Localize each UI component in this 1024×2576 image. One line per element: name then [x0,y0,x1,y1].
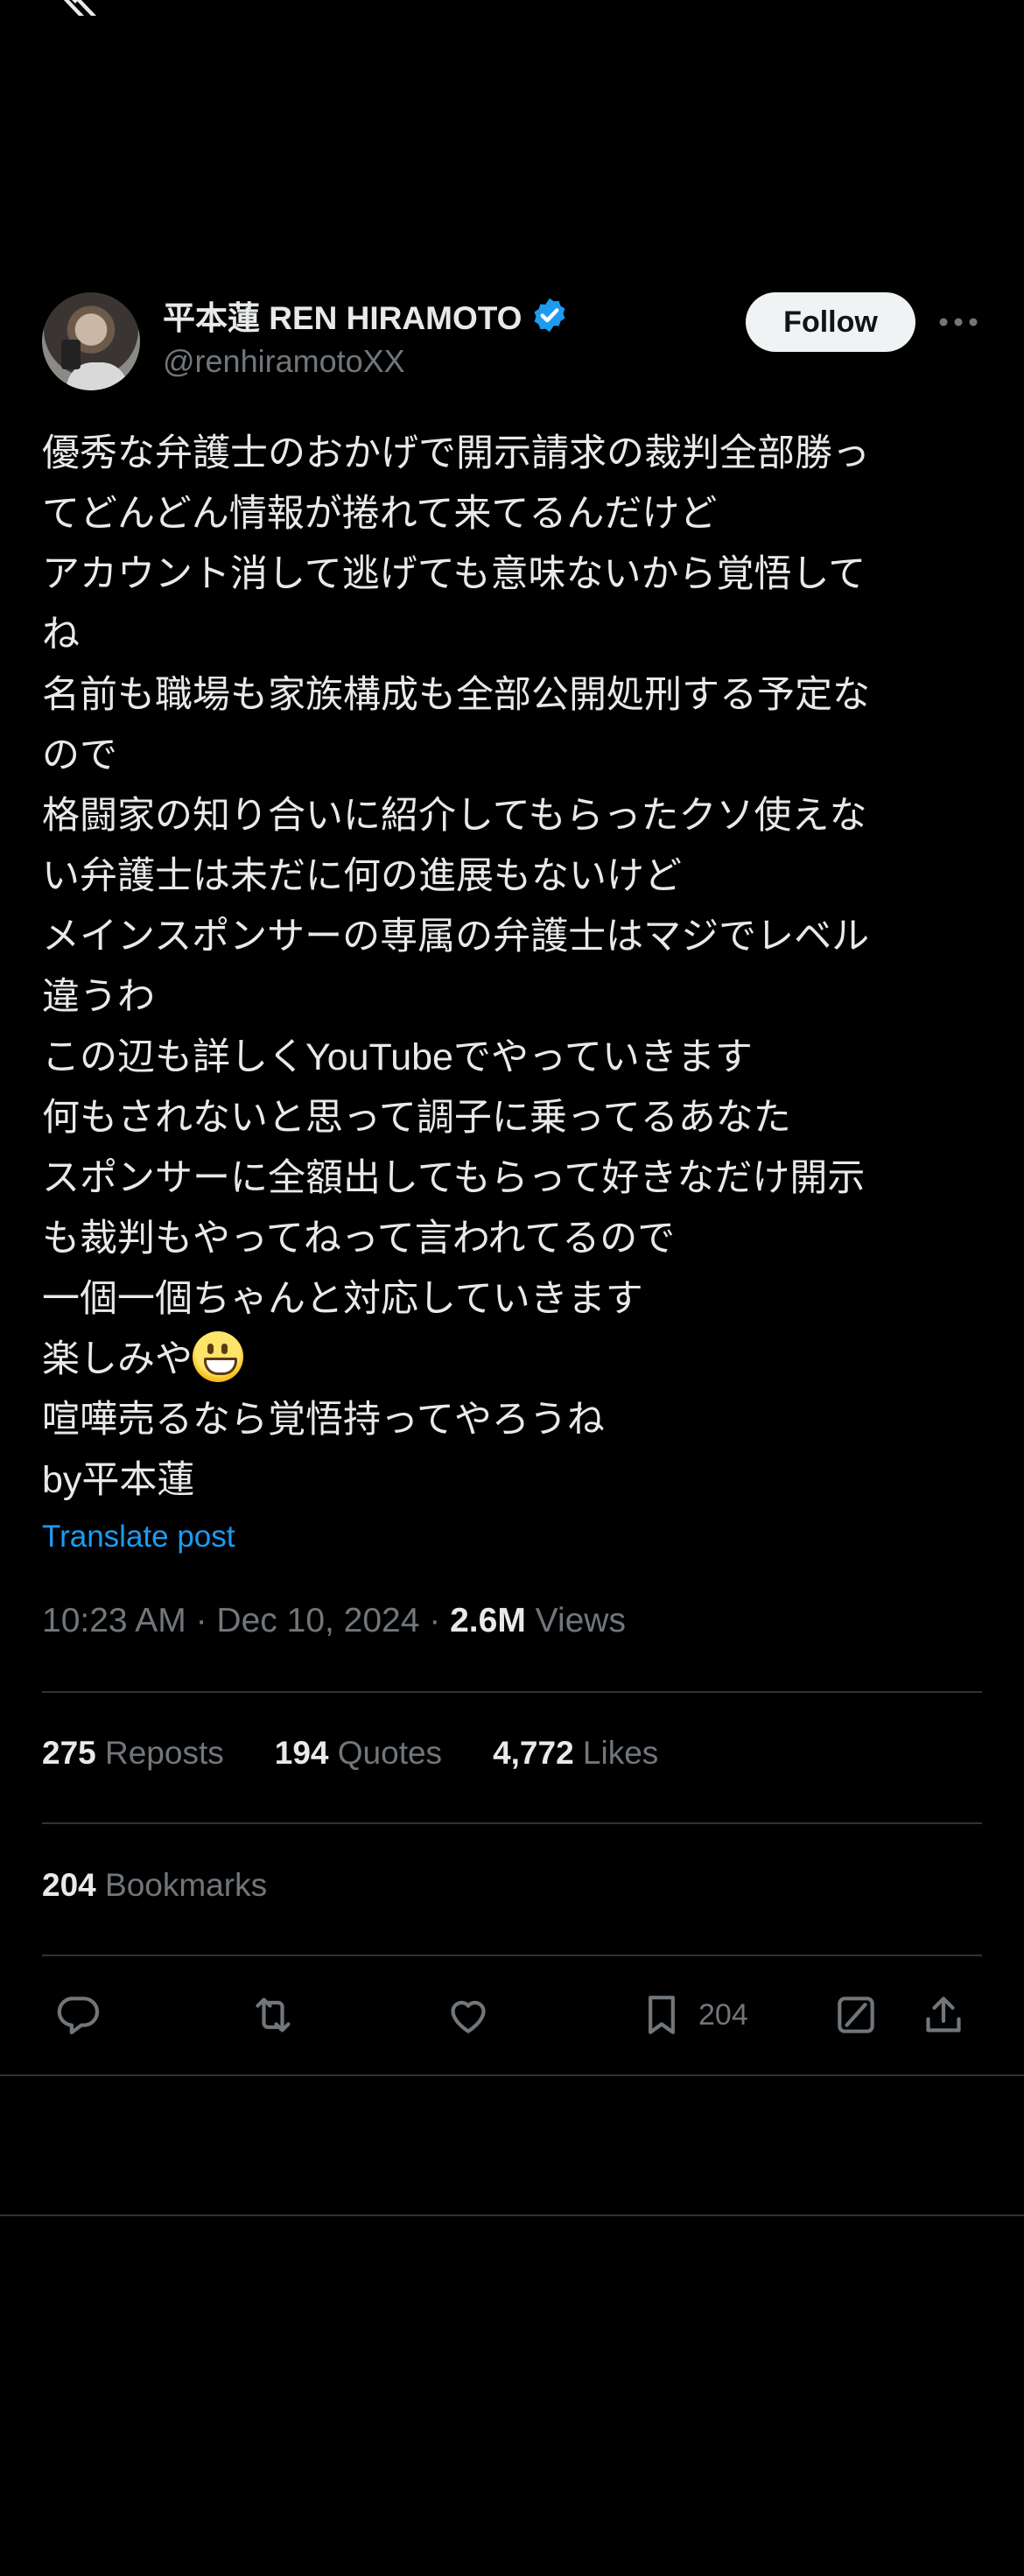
post-text: 優秀な弁護士のおかげで開示請求の裁判全部勝っ てどんどん情報が捲れて来てるんだけ… [42,424,987,1511]
post-line: 一個一個ちゃんと対応していきます [42,1278,643,1320]
likes-count: 4,772 [493,1735,574,1771]
divider [42,1955,982,1956]
post-line: 喧嘩売るなら覚悟持ってやろうね [42,1399,605,1441]
quotes-stat[interactable]: 194 Quotes [275,1735,442,1772]
post-line-with-emoji: 楽しみや [42,1330,987,1390]
quotes-count: 194 [274,1735,329,1771]
post-line: 楽しみや [42,1338,193,1380]
quotes-label: Quotes [328,1735,443,1771]
more-horizontal-icon[interactable] [936,306,980,338]
post-meta: 10:23 AM · Dec 10, 2024 · 2.6M Views [42,1602,626,1640]
author-display-name[interactable]: 平本蓮 REN HIRAMOTO [163,291,522,339]
grinning-face-emoji-icon [193,1331,243,1382]
repost-icon [256,1997,291,2032]
post-line: ので [42,734,117,776]
divider [42,1691,982,1693]
post-line: い弁護士は未だに何の進展もないけど [42,855,682,897]
verified-badge-icon[interactable] [530,296,569,334]
post-line: この辺も詳しくYouTubeでやっていきます [42,1036,753,1078]
likes-stat[interactable]: 4,772 Likes [493,1735,658,1772]
post-line: 何もされないと思って調子に乗ってるあなた [42,1097,791,1139]
reposts-stat[interactable]: 275 Reposts [42,1735,224,1772]
post-line: 名前も職場も家族構成も全部公開処刑する予定な [42,674,870,716]
post-line: も裁判もやってねって言われてるので [42,1218,676,1260]
share-button[interactable] [919,1989,968,2041]
translate-post-link[interactable]: Translate post [42,1520,235,1555]
engagement-stats: 275 Reposts 194 Quotes 4,772 Likes [42,1735,658,1772]
post-line: ね [42,614,80,656]
post-timestamp[interactable]: 10:23 AM · Dec 10, 2024 · [42,1602,450,1639]
post-line: てどんどん情報が捲れて来てるんだけど [42,493,718,535]
post-line: 格闘家の知り合いに紹介してもらったクソ使えな [42,795,867,837]
bookmarks-label: Bookmarks [95,1867,268,1903]
reposts-count: 275 [42,1735,96,1771]
divider [0,2074,1024,2076]
post-line: 優秀な弁護士のおかげで開示請求の裁判全部勝っ [42,432,870,474]
reply-button[interactable] [54,1989,103,2041]
avatar[interactable] [42,292,140,390]
reply-icon [57,1997,100,2035]
divider [0,2215,1024,2216]
bookmark-button[interactable]: 204 [637,1989,748,2041]
views-count: 2.6M [450,1602,526,1639]
author-name-row: 平本蓮 REN HIRAMOTO [163,291,569,340]
divider [42,1822,982,1824]
like-button[interactable] [444,1989,493,2041]
repost-button[interactable] [249,1989,298,2041]
post-line: スポンサーに全額出してもらって好きなだけ開示 [42,1157,866,1199]
follow-button[interactable]: Follow [746,292,915,352]
views-label: Views [525,1602,626,1639]
x-logo-icon[interactable] [42,0,100,16]
like-icon [451,2000,486,2033]
bookmarks-stat-count: 204 [42,1867,96,1903]
bookmarks-stat[interactable]: 204 Bookmarks [42,1867,267,1904]
post-line: 違うわ [42,976,155,1018]
post-line: by平本蓮 [42,1459,195,1501]
bookmark-count: 204 [698,1997,748,2032]
reposts-label: Reposts [95,1735,224,1771]
post-line: アカウント消して逃げても意味ないから覚悟して [42,553,866,595]
bookmark-icon [649,1996,675,2034]
post-line: メインスポンサーの専属の弁護士はマジでレベル [42,916,870,958]
share-icon [926,1997,961,2032]
likes-label: Likes [573,1735,659,1771]
grok-button[interactable] [831,1989,880,2041]
author-handle[interactable]: @renhiramotoXX [163,343,405,380]
grok-icon [838,1997,874,2033]
